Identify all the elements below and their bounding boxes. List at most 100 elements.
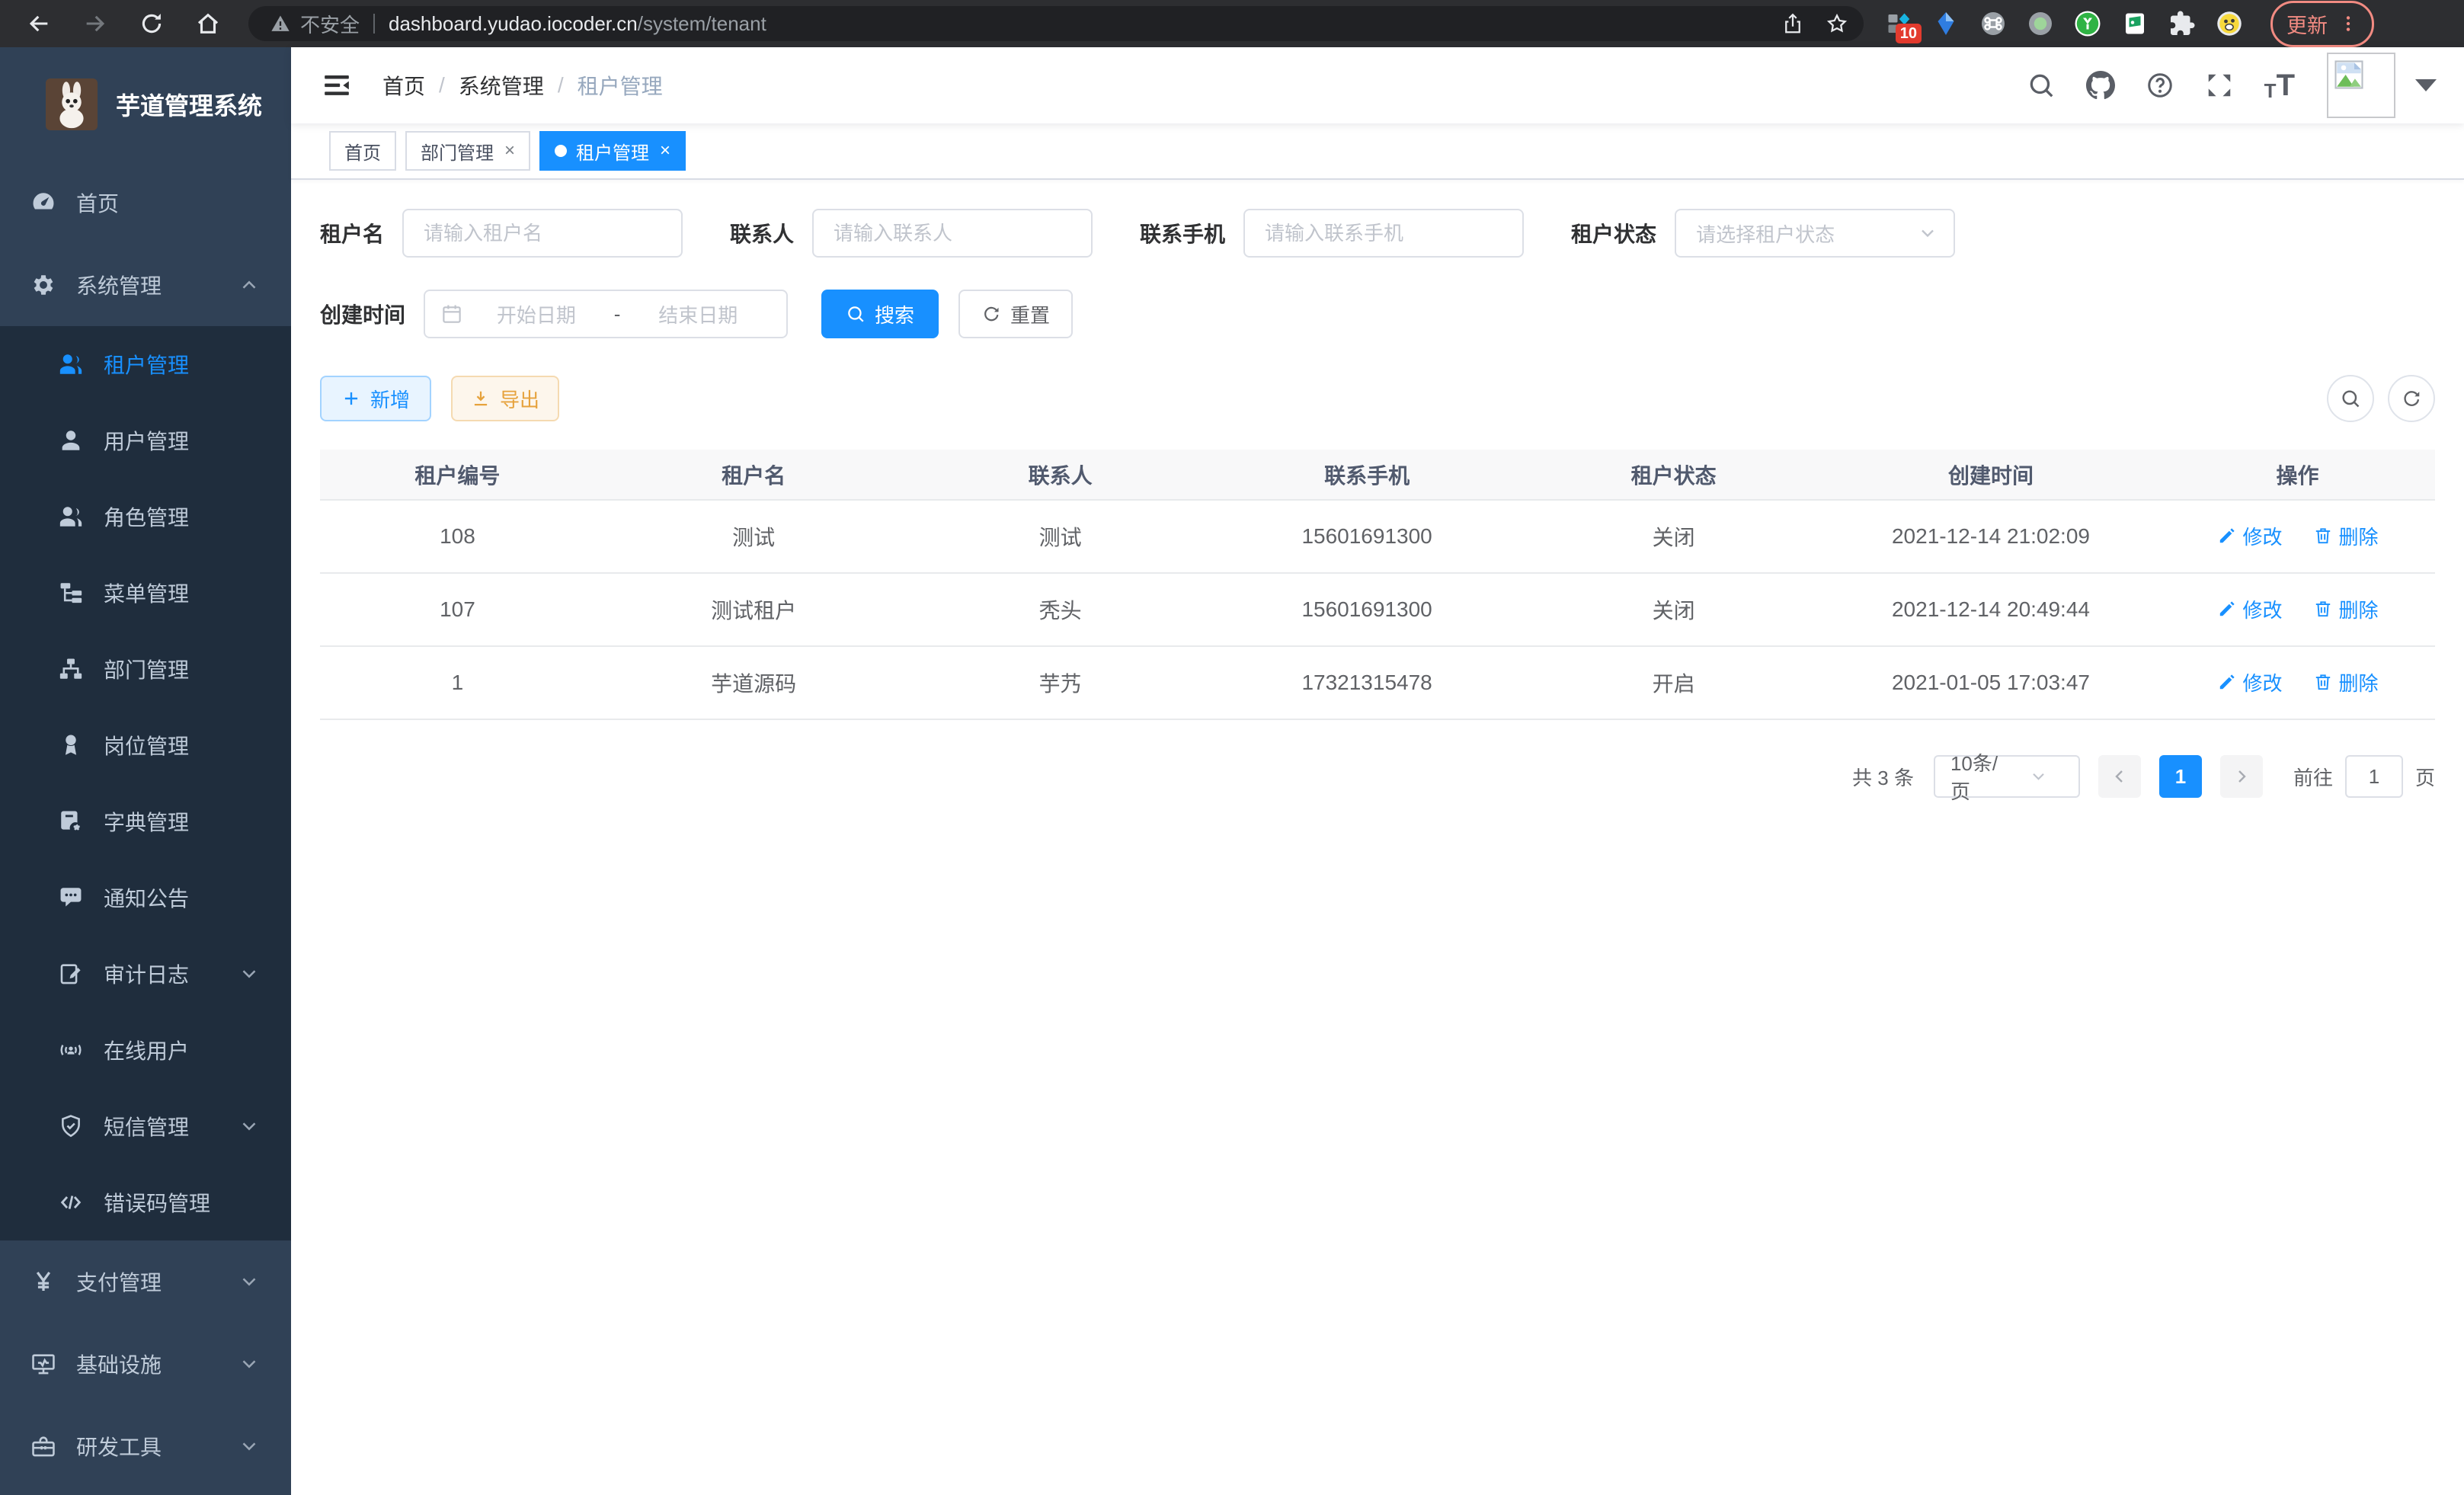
pagination: 共 3 条 10条/页 1 前往 页 [320, 755, 2435, 798]
delete-link[interactable]: 删除 [2313, 668, 2379, 696]
error-code-icon [58, 1189, 84, 1215]
help-icon[interactable] [2146, 71, 2174, 100]
edit-link[interactable]: 修改 [2217, 668, 2283, 696]
sidebar-item-home[interactable]: 首页 [0, 162, 291, 244]
notice-chat-icon [58, 885, 84, 911]
sidebar-item-label: 租户管理 [104, 349, 189, 379]
tenant-name-input[interactable] [402, 209, 683, 258]
tags-bar: 首页 部门管理 × 租户管理 × [291, 123, 2464, 180]
online-user-icon [58, 1037, 84, 1063]
hamburger-icon[interactable] [322, 70, 352, 101]
tab-home[interactable]: 首页 [329, 131, 396, 171]
cell-status: 关闭 [1525, 573, 1822, 646]
sidebar-item-tenant[interactable]: 租户管理 [0, 326, 291, 402]
create-time-range-picker[interactable]: 开始日期 - 结束日期 [424, 290, 788, 338]
sidebar-item-dept[interactable]: 部门管理 [0, 631, 291, 707]
sidebar-item-menu[interactable]: 菜单管理 [0, 555, 291, 631]
add-button[interactable]: 新增 [320, 376, 431, 421]
search-icon[interactable] [2027, 71, 2056, 100]
update-button[interactable]: 更新 [2270, 1, 2374, 47]
back-icon[interactable] [26, 11, 52, 37]
sidebar-item-error-code[interactable]: 错误码管理 [0, 1164, 291, 1240]
cell-actions: 修改 删除 [2160, 500, 2435, 573]
org-chart-icon [58, 656, 84, 682]
sidebar-item-audit-log[interactable]: 审计日志 [0, 936, 291, 1012]
sidebar-item-dev-tools[interactable]: 研发工具 [0, 1405, 291, 1487]
bookmark-star-icon[interactable] [1826, 12, 1848, 35]
delete-link[interactable]: 删除 [2313, 522, 2379, 550]
sidebar-item-post[interactable]: 岗位管理 [0, 707, 291, 783]
cell-id: 107 [320, 573, 595, 646]
menu-tree-icon [58, 580, 84, 606]
column-header: 联系人 [912, 450, 1208, 500]
puzzle-icon[interactable] [2168, 10, 2196, 37]
forward-icon[interactable] [82, 11, 108, 37]
sidebar-item-pay[interactable]: 支付管理 [0, 1240, 291, 1323]
export-button[interactable]: 导出 [451, 376, 559, 421]
tab-close-icon[interactable]: × [504, 140, 515, 162]
edit-link[interactable]: 修改 [2217, 522, 2283, 550]
home-icon[interactable] [195, 11, 221, 37]
page-size-value: 10条/页 [1950, 748, 2009, 805]
app-title: 芋道管理系统 [116, 87, 262, 122]
page-size-select[interactable]: 10条/页 [1934, 755, 2080, 798]
next-page-button[interactable] [2220, 755, 2263, 798]
pinned-extensions-icon[interactable]: 10 [1885, 10, 1912, 37]
breadcrumb-item[interactable]: 系统管理 [459, 70, 544, 101]
cell-contact: 秃头 [912, 573, 1208, 646]
prev-page-button[interactable] [2098, 755, 2141, 798]
github-icon[interactable] [2086, 71, 2115, 100]
sidebar-item-notice[interactable]: 通知公告 [0, 860, 291, 936]
delete-link[interactable]: 删除 [2313, 595, 2379, 623]
browser-chrome: 不安全 dashboard.yudao.iocoder.cn/system/te… [0, 0, 2464, 47]
sidebar-item-online-user[interactable]: 在线用户 [0, 1012, 291, 1088]
pagination-total: 共 3 条 [1852, 763, 1914, 791]
share-icon[interactable] [1781, 12, 1804, 35]
search-toggle-button[interactable] [2327, 375, 2374, 422]
page-number-1[interactable]: 1 [2159, 755, 2202, 798]
update-button-label: 更新 [2286, 9, 2328, 39]
yudao-extension-icon[interactable] [2074, 10, 2101, 37]
breadcrumb-item[interactable]: 首页 [382, 70, 425, 101]
phone-input[interactable] [1243, 209, 1524, 258]
sidebar-item-infra[interactable]: 基础设施 [0, 1323, 291, 1405]
reset-button[interactable]: 重置 [958, 290, 1073, 338]
tab-dept[interactable]: 部门管理 × [405, 131, 530, 171]
edit-link[interactable]: 修改 [2217, 595, 2283, 623]
sidebar-item-role[interactable]: 角色管理 [0, 479, 291, 555]
sidebar-item-dict[interactable]: 字典管理 [0, 783, 291, 860]
tab-tenant[interactable]: 租户管理 × [539, 131, 686, 171]
kite-icon[interactable] [1932, 10, 1960, 37]
search-button[interactable]: 搜索 [821, 290, 939, 338]
search-button-label: 搜索 [875, 300, 914, 328]
column-header: 租户名 [595, 450, 912, 500]
emoji-extension-icon[interactable] [2216, 10, 2243, 37]
fullscreen-icon[interactable] [2205, 71, 2234, 100]
sidebar-item-system[interactable]: 系统管理 [0, 244, 291, 326]
font-size-icon[interactable]: TT [2264, 70, 2295, 101]
address-bar[interactable]: 不安全 dashboard.yudao.iocoder.cn/system/te… [248, 6, 1864, 41]
cell-phone: 15601691300 [1208, 573, 1525, 646]
sidebar-item-sms[interactable]: 短信管理 [0, 1088, 291, 1164]
avatar-caret-icon[interactable] [2415, 79, 2437, 91]
reload-icon[interactable] [139, 11, 165, 37]
sidebar-item-user[interactable]: 用户管理 [0, 402, 291, 479]
command-icon[interactable] [1979, 10, 2007, 37]
refresh-table-button[interactable] [2388, 375, 2435, 422]
record-icon[interactable] [2027, 10, 2054, 37]
docs-extension-icon[interactable] [2121, 10, 2149, 37]
contact-input[interactable] [812, 209, 1093, 258]
avatar[interactable] [2327, 53, 2395, 118]
cell-actions: 修改 删除 [2160, 646, 2435, 719]
cell-contact: 测试 [912, 500, 1208, 573]
sidebar-item-label: 支付管理 [76, 1266, 162, 1297]
breadcrumb-separator: / [558, 73, 564, 98]
goto-page-input[interactable] [2345, 755, 2403, 798]
app-logo[interactable]: 芋道管理系统 [0, 47, 291, 162]
tab-close-icon[interactable]: × [660, 140, 670, 162]
edit-icon [2217, 599, 2237, 619]
cell-name: 测试 [595, 500, 912, 573]
status-select[interactable]: 请选择租户状态 [1675, 209, 1955, 258]
trash-icon [2313, 672, 2333, 692]
gear-icon [30, 272, 56, 298]
